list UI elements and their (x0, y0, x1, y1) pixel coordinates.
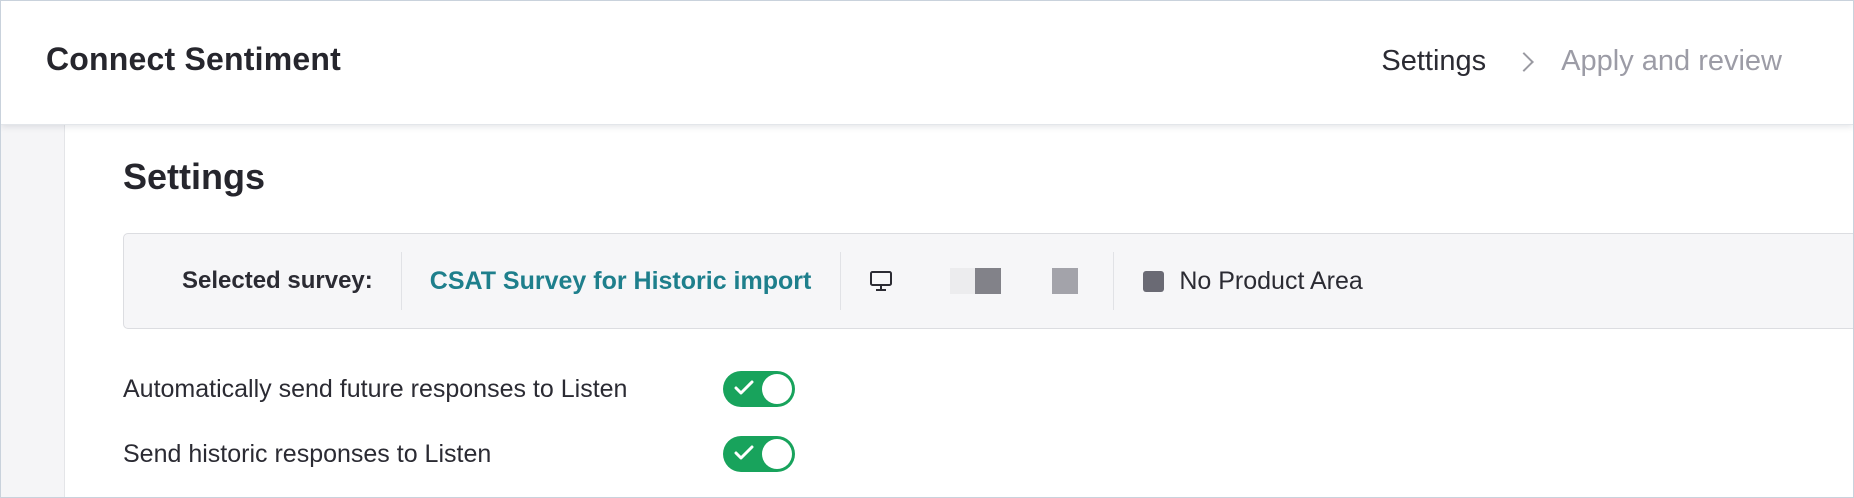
product-area-swatch-icon (1143, 270, 1165, 292)
toggle-knob (762, 439, 792, 469)
future-responses-toggle[interactable] (723, 371, 795, 407)
placeholder-block (1052, 268, 1079, 294)
divider (1113, 252, 1115, 310)
toggle-row-historic-responses: Send historic responses to Listen (123, 434, 795, 474)
divider (840, 252, 842, 310)
toggle-label: Send historic responses to Listen (123, 439, 492, 468)
product-area-label: No Product Area (1179, 266, 1363, 295)
selected-survey-label: Selected survey: (182, 267, 373, 294)
chevron-right-icon (1514, 51, 1535, 72)
toggle-knob (762, 374, 792, 404)
placeholder-block (975, 268, 1002, 294)
breadcrumb-step-settings[interactable]: Settings (1381, 45, 1486, 78)
selected-survey-bar: Selected survey: CSAT Survey for Histori… (123, 233, 1853, 329)
survey-name-link[interactable]: CSAT Survey for Historic import (430, 267, 812, 296)
page-title: Connect Sentiment (46, 41, 341, 77)
breadcrumb-step-apply-and-review[interactable]: Apply and review (1561, 45, 1782, 78)
toggle-row-future-responses: Automatically send future responses to L… (123, 369, 795, 409)
left-gutter (1, 124, 65, 497)
redacted-blocks (950, 268, 1079, 294)
monitor-icon (869, 269, 895, 293)
page-header: Connect Sentiment Settings Apply and rev… (1, 1, 1853, 125)
section-title: Settings (123, 156, 266, 197)
divider (400, 252, 402, 310)
check-icon (734, 380, 754, 395)
placeholder-block (950, 268, 976, 294)
app-window: Connect Sentiment Settings Apply and rev… (0, 0, 1854, 498)
historic-responses-toggle[interactable] (723, 436, 795, 472)
breadcrumb: Settings Apply and review (1381, 45, 1782, 78)
toggle-label: Automatically send future responses to L… (123, 374, 628, 403)
check-icon (734, 445, 754, 460)
